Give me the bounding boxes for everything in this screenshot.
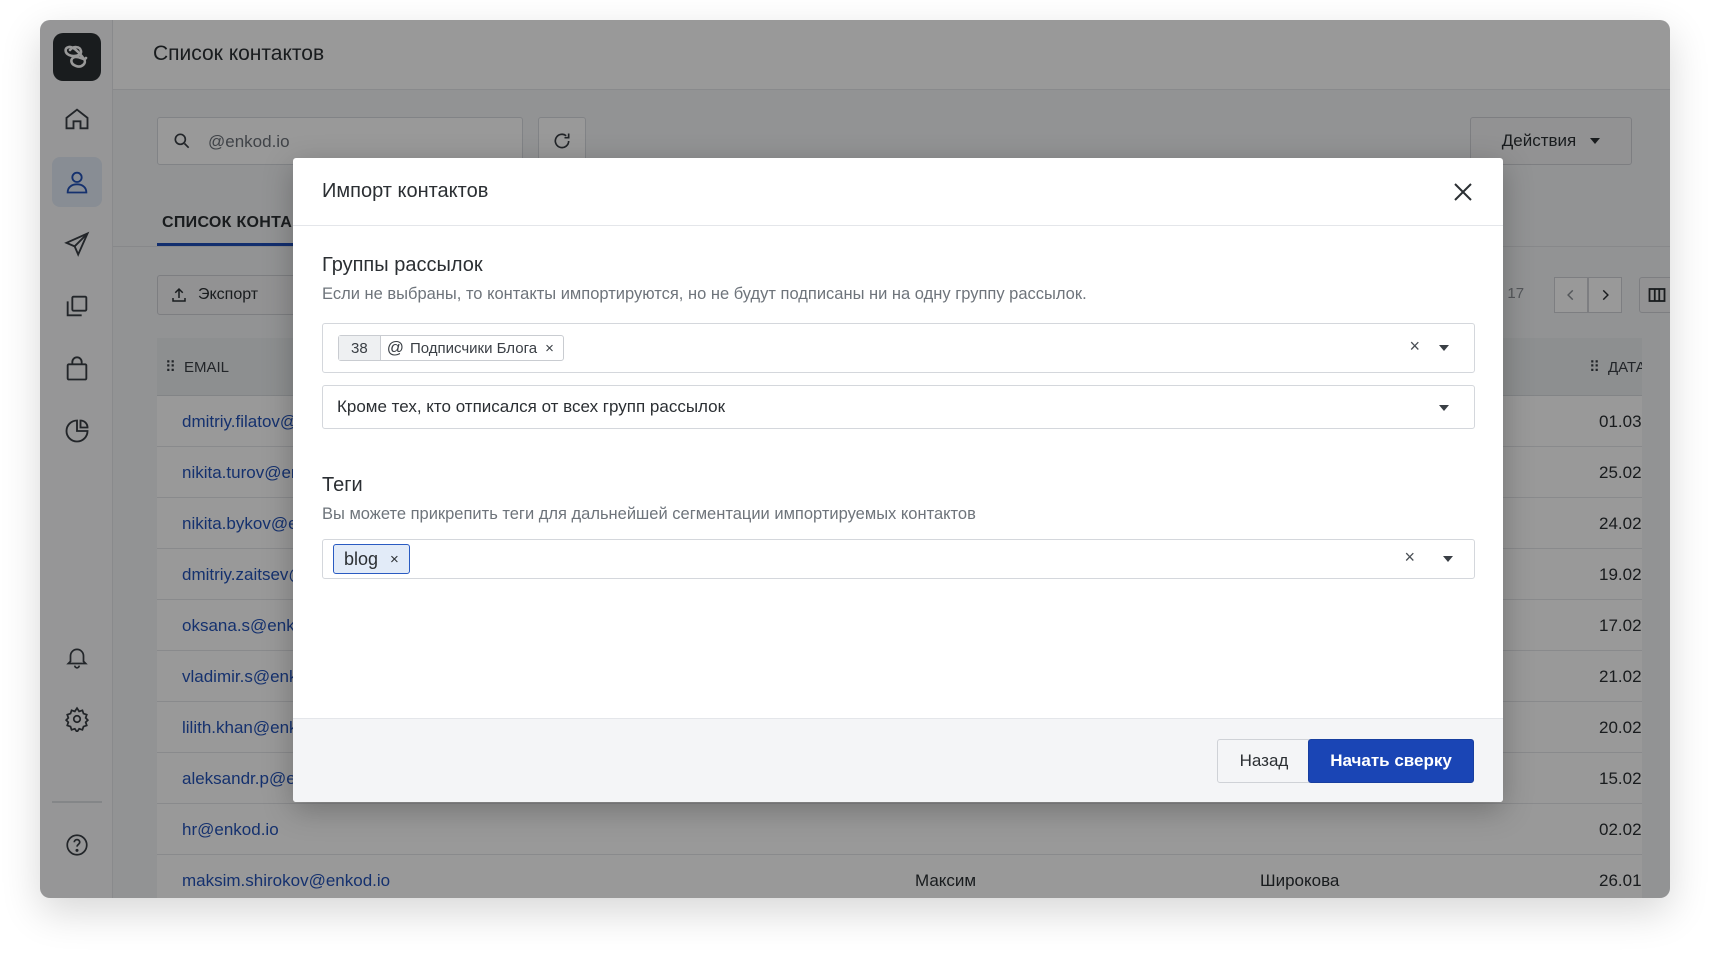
tags-multiselect[interactable]: blog × × — [322, 539, 1475, 579]
group-chip-count: 38 — [339, 336, 381, 360]
chevron-down-icon[interactable] — [1439, 405, 1449, 411]
group-chip: 38 @ Подписчики Блога × — [338, 335, 564, 361]
chevron-down-icon[interactable] — [1439, 345, 1449, 351]
groups-multiselect[interactable]: 38 @ Подписчики Блога × × — [322, 323, 1475, 373]
import-contacts-dialog: Импорт контактов Группы рассылок Если не… — [293, 158, 1503, 802]
group-chip-label: Подписчики Блога — [409, 339, 538, 357]
dialog-title: Импорт контактов — [322, 180, 489, 202]
tag-chip-label: blog — [344, 548, 379, 569]
clear-groups-icon[interactable]: × — [1409, 336, 1420, 357]
chevron-down-icon[interactable] — [1443, 556, 1453, 562]
at-sign-icon: @ — [386, 338, 404, 357]
clear-tags-icon[interactable]: × — [1404, 547, 1415, 568]
tag-chip: blog × — [333, 544, 410, 574]
start-reconciliation-button[interactable]: Начать сверку — [1308, 739, 1474, 783]
tags-section-title: Теги — [322, 474, 363, 496]
exclude-unsubscribed-select[interactable]: Кроме тех, кто отписался от всех групп р… — [322, 385, 1475, 429]
tag-chip-remove-icon[interactable]: × — [390, 551, 399, 568]
close-icon[interactable] — [1451, 180, 1475, 204]
groups-section-description: Если не выбраны, то контакты импортируют… — [322, 285, 1087, 303]
dialog-header: Импорт контактов — [293, 158, 1503, 226]
app-window: Список контактов @enkod.io Действия СПИС… — [40, 20, 1670, 898]
dialog-footer: Назад Начать сверку — [293, 718, 1503, 802]
back-button[interactable]: Назад — [1217, 739, 1311, 783]
group-chip-remove-icon[interactable]: × — [545, 336, 563, 360]
exclude-select-value: Кроме тех, кто отписался от всех групп р… — [337, 397, 726, 416]
group-chip-label-wrap: @ Подписчики Блога — [381, 336, 545, 360]
groups-section-title: Группы рассылок — [322, 254, 483, 276]
tags-section-description: Вы можете прикрепить теги для дальнейшей… — [322, 505, 976, 523]
